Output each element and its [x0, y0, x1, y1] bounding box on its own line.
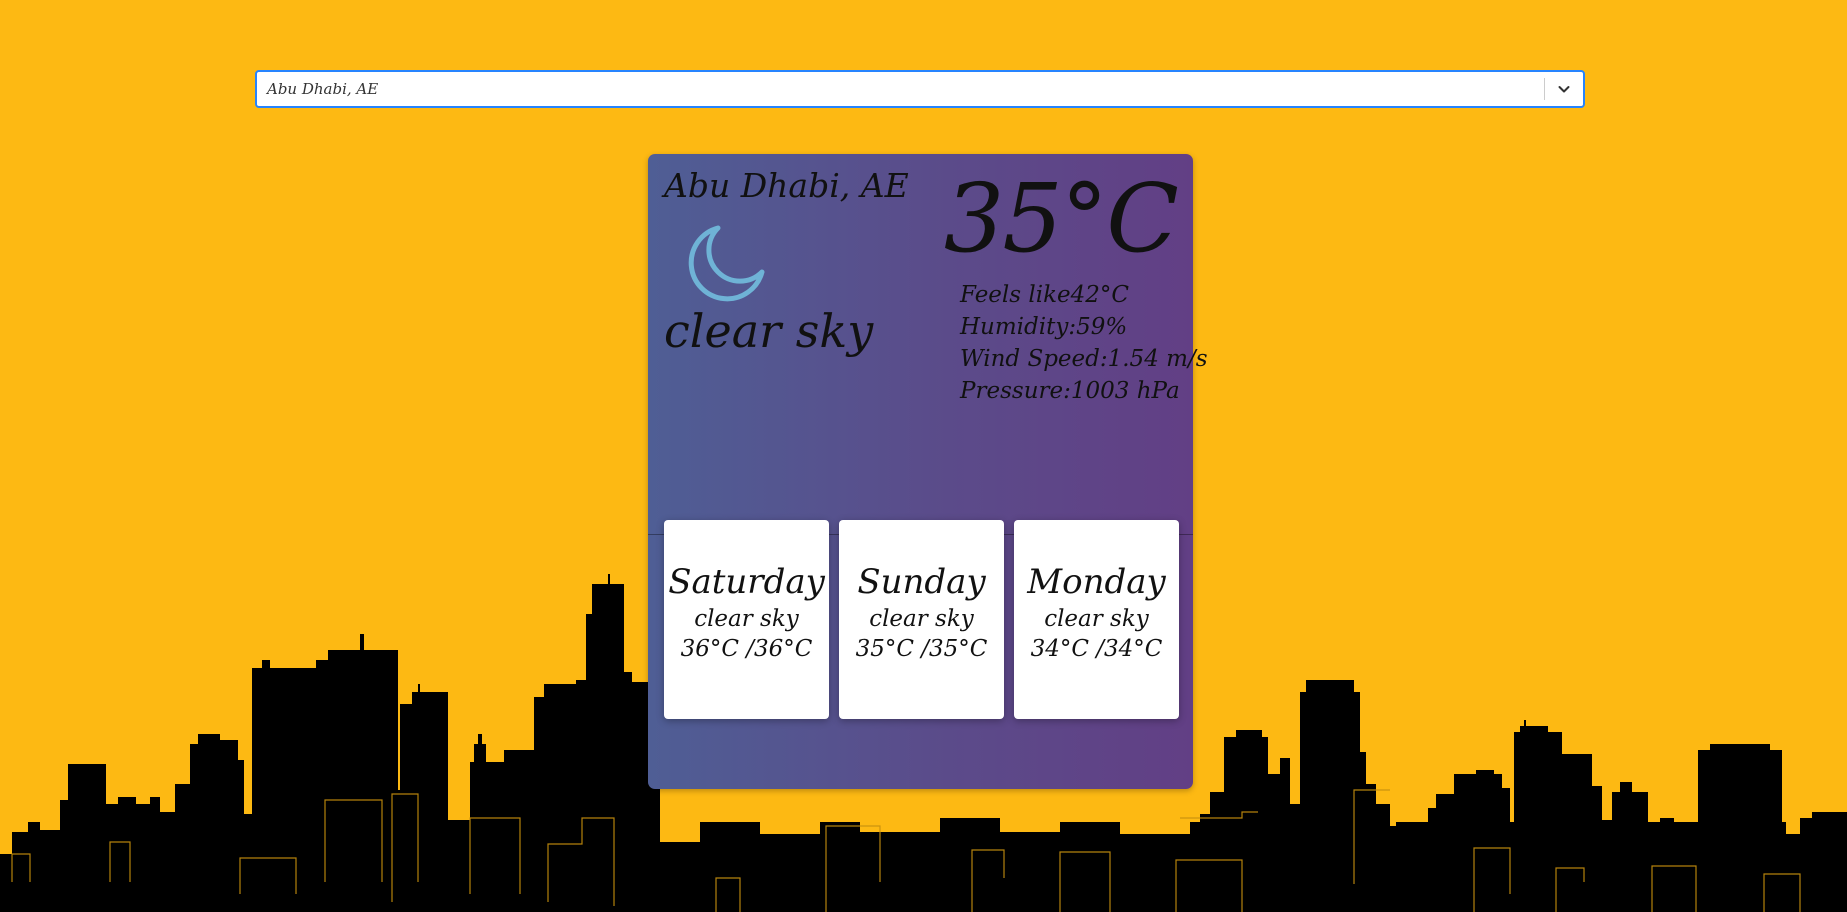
- weather-card: Abu Dhabi, AE clear sky 35°C Feels like4…: [648, 154, 1208, 789]
- humidity: Humidity:59%: [960, 314, 1128, 340]
- moon-icon: [684, 222, 768, 310]
- city-search-value[interactable]: Abu Dhabi, AE: [257, 80, 1544, 98]
- forecast-temp-range: 36°C /36°C: [680, 636, 813, 662]
- feels-like: Feels like42°C: [960, 282, 1130, 308]
- current-temperature: 35°C: [943, 164, 1179, 274]
- forecast-description: clear sky: [869, 606, 974, 632]
- forecast-description: clear sky: [1044, 606, 1149, 632]
- forecast-day: Sunday: [857, 562, 986, 602]
- city-name: Abu Dhabi, AE: [664, 166, 909, 205]
- weather-details: Feels like42°C Humidity:59% Wind Speed:1…: [960, 279, 1208, 407]
- forecast-temp-range: 35°C /35°C: [855, 636, 988, 662]
- forecast-card-saturday: Saturday clear sky 36°C /36°C: [664, 520, 829, 719]
- city-search-select[interactable]: Abu Dhabi, AE: [255, 70, 1585, 108]
- forecast-day: Saturday: [668, 562, 825, 602]
- weather-page: Abu Dhabi, AE Abu Dhabi, AE clear sky 35…: [0, 0, 1847, 912]
- wind-speed: Wind Speed:1.54 m/s: [960, 346, 1208, 372]
- forecast-card-monday: Monday clear sky 34°C /34°C: [1014, 520, 1179, 719]
- weather-description: clear sky: [664, 304, 874, 358]
- forecast-card-sunday: Sunday clear sky 35°C /35°C: [839, 520, 1004, 719]
- pressure: Pressure:1003 hPa: [960, 378, 1180, 404]
- forecast-temp-range: 34°C /34°C: [1030, 636, 1163, 662]
- forecast-description: clear sky: [694, 606, 799, 632]
- chevron-down-icon[interactable]: [1545, 72, 1583, 106]
- forecast-day: Monday: [1027, 562, 1166, 602]
